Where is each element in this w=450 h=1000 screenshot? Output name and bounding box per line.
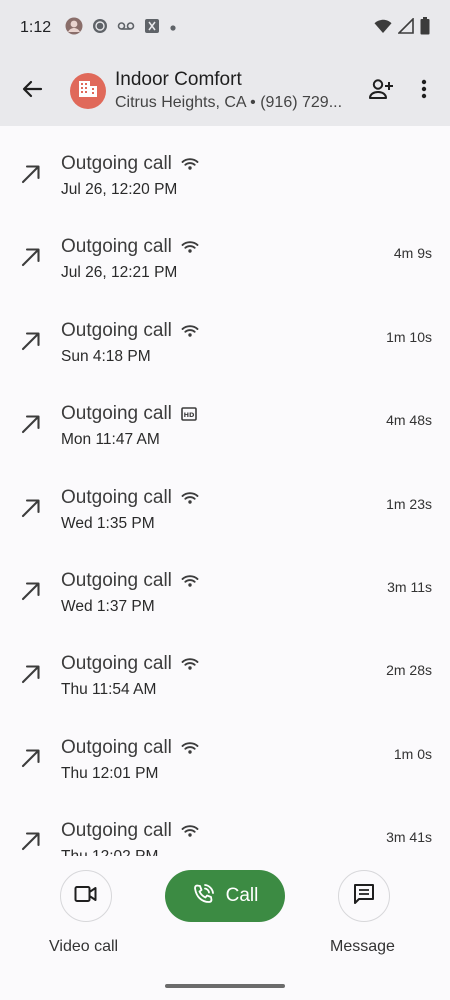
call-type-label: Outgoing call (61, 569, 172, 591)
business-icon (78, 80, 98, 103)
call-duration: 3m 11s (387, 578, 432, 595)
arrow-back-icon (21, 78, 43, 105)
call-timestamp: Thu 12:02 PM (61, 844, 199, 856)
contact-subtitle: Citrus Heights, CA • (916) 729... (115, 94, 343, 111)
outgoing-call-icon (20, 163, 42, 185)
outgoing-call-icon (20, 413, 42, 435)
call-history-row[interactable]: Outgoing call Sun 4:18 PM 1m 10s (0, 293, 450, 376)
call-timestamp: Jul 26, 12:21 PM (61, 264, 178, 282)
call-history-row[interactable]: Outgoing call Thu 11:54 AM 2m 28s (0, 626, 450, 709)
call-button[interactable]: Call (165, 870, 285, 922)
call-type-label: Outgoing call (61, 736, 172, 758)
call-type-label: Outgoing call (61, 486, 172, 508)
hd-call-icon: HD (181, 407, 197, 421)
notification-icons (65, 17, 177, 40)
wifi-call-icon (181, 240, 199, 254)
contact-avatar (70, 73, 106, 109)
call-type-label: Outgoing call (61, 820, 172, 842)
signal-icon (397, 16, 414, 39)
call-history-row[interactable]: Outgoing call HD Mon 11:47 AM 4m 48s (0, 376, 450, 459)
call-history-row[interactable]: Outgoing call Wed 1:35 PM 1m 23s (0, 460, 450, 543)
back-button[interactable] (4, 63, 60, 119)
call-duration: 3m 41s (386, 829, 432, 846)
call-timestamp: Wed 1:35 PM (61, 514, 155, 532)
videocam-icon (74, 885, 98, 908)
call-duration: 1m 23s (386, 495, 432, 512)
battery-icon (420, 16, 430, 40)
call-timestamp: Sun 4:18 PM (61, 347, 151, 365)
avatar-icon (65, 17, 83, 40)
wifi-call-icon (181, 574, 199, 588)
call-button-label: Call (225, 885, 259, 906)
svg-text:HD: HD (183, 411, 194, 419)
outgoing-call-icon (20, 580, 42, 602)
call-timestamp: Jul 26, 12:20 PM (61, 181, 178, 198)
more-vert-icon (421, 79, 427, 104)
call-type-label: Outgoing call (61, 153, 172, 174)
dot-icon (169, 19, 177, 37)
wifi-call-icon (181, 657, 199, 671)
home-indicator[interactable] (165, 984, 285, 988)
call-history-row[interactable]: Outgoing call Jul 26, 12:21 PM 4m 9s (0, 209, 450, 292)
call-history-row[interactable]: Outgoing call Jul 26, 12:20 PM (0, 126, 450, 209)
system-icons (374, 16, 430, 40)
bottom-action-bar: Call Video call Message (0, 856, 450, 1000)
call-type-label: Outgoing call (61, 319, 172, 341)
call-history-list[interactable]: Outgoing call Jul 26, 12:20 PM Outgoing … (0, 126, 450, 856)
wifi-icon (374, 18, 392, 39)
call-timestamp: Thu 12:01 PM (61, 764, 159, 782)
add-contact-button[interactable] (358, 67, 404, 115)
status-bar: 1:12 (0, 0, 450, 56)
outgoing-call-icon (20, 663, 42, 685)
call-timestamp: Wed 1:37 PM (61, 597, 155, 615)
outgoing-call-icon (20, 246, 42, 268)
contact-name: Indoor Comfort (115, 69, 242, 90)
call-duration: 4m 9s (393, 245, 432, 262)
chat-bubble-icon (92, 18, 108, 39)
wifi-call-icon (181, 741, 199, 755)
message-icon (353, 883, 375, 910)
contact-info: Indoor Comfort Citrus Heights, CA • (916… (115, 68, 358, 114)
call-duration: 4m 48s (386, 412, 432, 429)
outgoing-call-icon (20, 747, 42, 769)
wifi-call-icon (192, 882, 216, 911)
call-type-label: Outgoing call (61, 653, 172, 675)
outgoing-call-icon (20, 497, 42, 519)
call-duration: 2m 28s (386, 662, 432, 679)
call-history-row[interactable]: Outgoing call Thu 12:02 PM 3m 41s (0, 793, 450, 856)
app-bar: Indoor Comfort Citrus Heights, CA • (916… (0, 56, 450, 126)
call-timestamp: Thu 11:54 AM (61, 681, 157, 699)
call-history-row[interactable]: Outgoing call Thu 12:01 PM 1m 0s (0, 710, 450, 793)
message-button[interactable] (338, 870, 390, 922)
call-duration: 1m 10s (386, 328, 432, 345)
more-options-button[interactable] (404, 67, 444, 115)
wifi-call-icon (181, 157, 199, 171)
person-add-icon (368, 78, 394, 105)
app-icon (144, 18, 160, 39)
call-type-label: Outgoing call (61, 236, 172, 258)
video-call-label: Video call (49, 938, 119, 955)
call-type-label: Outgoing call (61, 403, 172, 425)
wifi-call-icon (181, 824, 199, 838)
call-duration: 1m 0s (393, 745, 432, 762)
message-label: Message (330, 938, 395, 955)
outgoing-call-icon (20, 830, 42, 852)
status-time: 1:12 (20, 19, 52, 36)
call-timestamp: Mon 11:47 AM (61, 431, 160, 449)
video-call-button[interactable] (60, 870, 112, 922)
outgoing-call-icon (20, 330, 42, 352)
voicemail-icon (117, 19, 135, 37)
call-history-row[interactable]: Outgoing call Wed 1:37 PM 3m 11s (0, 543, 450, 626)
wifi-call-icon (181, 491, 199, 505)
wifi-call-icon (181, 324, 199, 338)
